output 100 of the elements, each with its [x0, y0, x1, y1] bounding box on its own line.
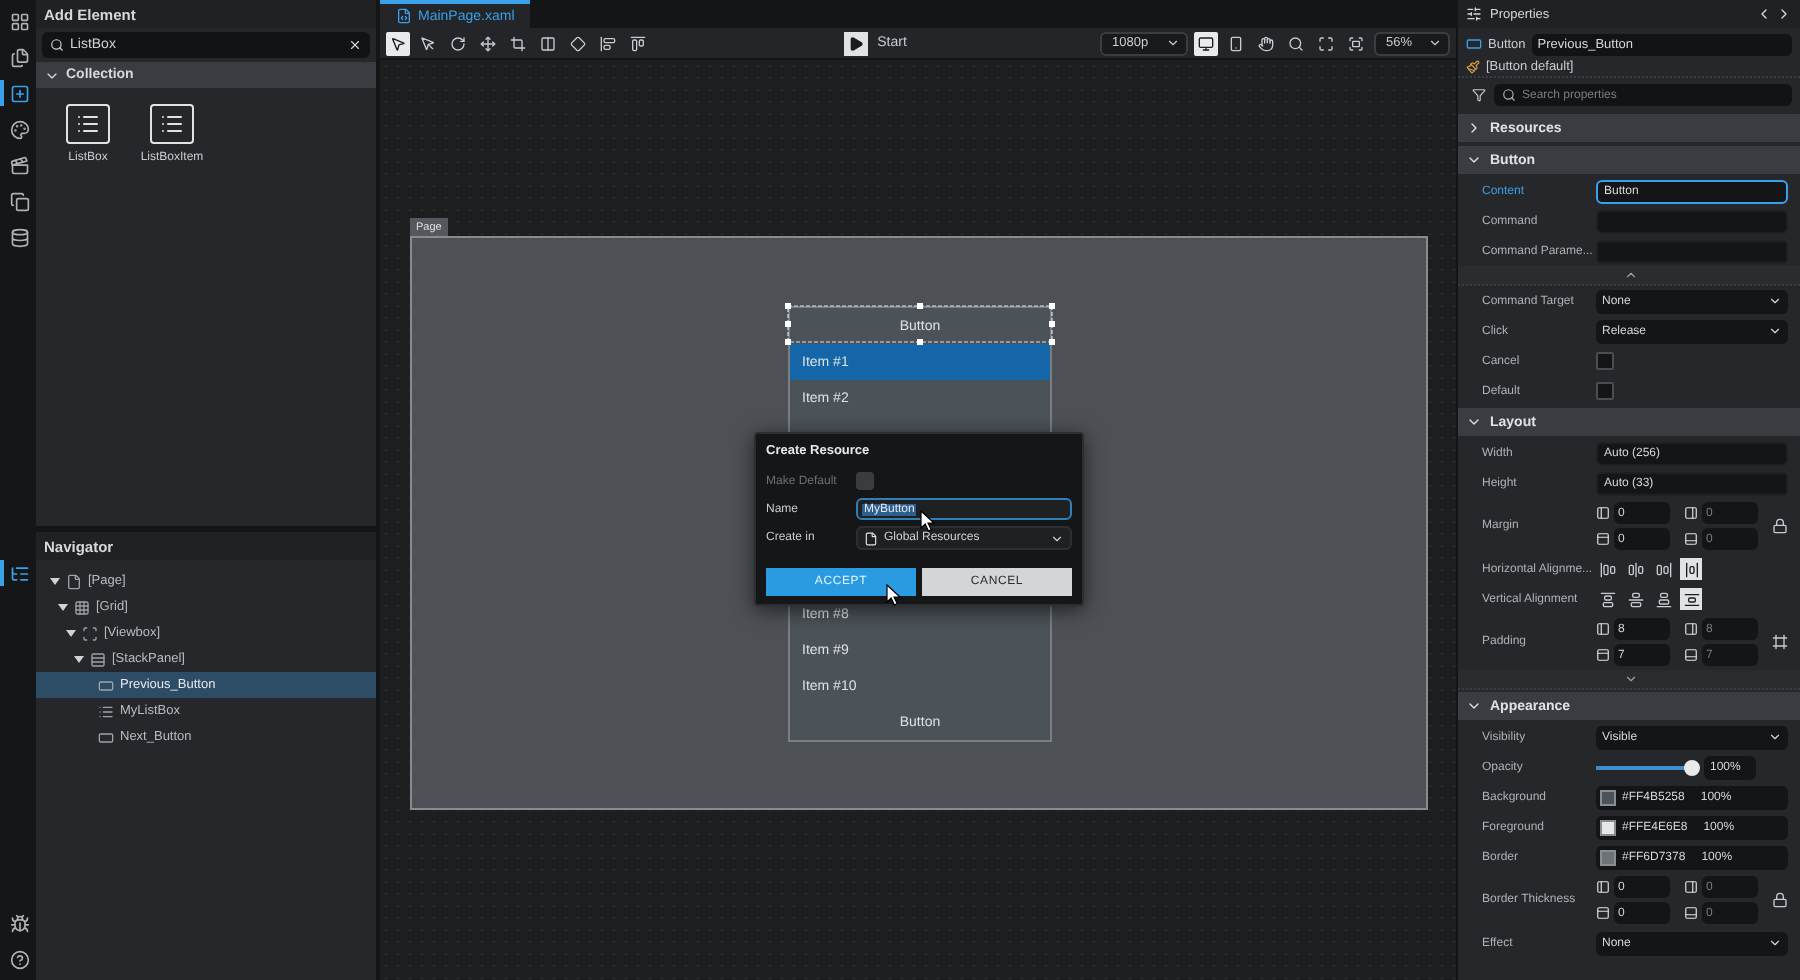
button-icon	[1466, 36, 1482, 52]
pointer-icon	[390, 35, 406, 51]
chevron-down-icon	[1466, 414, 1482, 430]
diamond-tool[interactable]	[566, 31, 590, 55]
add-icon	[10, 83, 30, 103]
top-side-icon	[1596, 532, 1610, 546]
chevron-right-icon	[1466, 120, 1482, 136]
move-tool[interactable]	[476, 31, 500, 55]
cursor-icon	[886, 584, 902, 606]
bottom-side-icon	[1684, 648, 1698, 662]
color-swatch[interactable]	[1600, 789, 1616, 805]
bottom-side-icon	[1684, 906, 1698, 920]
align-left-icon	[600, 35, 616, 51]
clear-icon	[348, 38, 362, 52]
alignment-button[interactable]	[1680, 588, 1702, 610]
pointer-icon	[420, 35, 436, 51]
columns-icon	[540, 35, 556, 51]
top-side-icon	[1596, 648, 1610, 662]
chevron-down-icon	[1624, 672, 1638, 686]
alignment-button[interactable]	[1652, 558, 1674, 580]
alignment-icon	[1599, 591, 1615, 607]
property-field[interactable]	[1596, 239, 1788, 263]
chevron-down-icon	[1768, 324, 1782, 338]
desktop-toggle[interactable]	[1194, 31, 1219, 55]
file-icon	[396, 8, 412, 24]
maximize-icon	[1318, 35, 1335, 51]
database-icon	[10, 227, 30, 247]
copy-icon	[10, 191, 30, 211]
top-side-icon	[1596, 906, 1610, 920]
desktop-icon	[1198, 35, 1215, 51]
chevron-up-icon	[1624, 268, 1638, 282]
slider-thumb[interactable]	[1684, 759, 1700, 775]
pointer-tool[interactable]	[416, 31, 440, 55]
expand-toggle[interactable]	[1458, 670, 1800, 690]
left-side-icon	[1596, 880, 1610, 894]
bug-icon	[10, 913, 30, 933]
hand-tool[interactable]	[1254, 31, 1279, 55]
fit-button[interactable]	[1314, 31, 1339, 55]
list-icon	[66, 104, 110, 144]
alignment-icon	[1655, 591, 1671, 607]
caret-icon[interactable]	[73, 654, 83, 664]
columns-tool[interactable]	[536, 31, 560, 55]
button-icon	[98, 677, 114, 693]
caret-icon[interactable]	[49, 576, 59, 586]
checkbox[interactable]	[1596, 382, 1614, 400]
cursor-icon	[920, 510, 936, 532]
selection-outline-drawing[interactable]	[784, 302, 1056, 350]
alignment-icon	[1683, 591, 1699, 607]
align-left-tool[interactable]	[596, 31, 620, 55]
caret-icon[interactable]	[65, 628, 75, 638]
rotate-icon	[450, 35, 466, 51]
color-swatch[interactable]	[1600, 819, 1616, 835]
alignment-button[interactable]	[1680, 558, 1702, 580]
document-icon	[864, 531, 878, 545]
alignment-button[interactable]	[1652, 588, 1674, 610]
grid-icon	[10, 11, 30, 31]
sliders-icon	[1466, 6, 1482, 22]
align-top-icon	[630, 35, 646, 51]
diamond-icon	[570, 35, 586, 51]
phone-icon	[1228, 35, 1245, 51]
filter-icon	[1472, 88, 1486, 102]
button-icon	[98, 729, 114, 745]
search-icon	[1502, 88, 1516, 102]
brush-icon	[1466, 59, 1480, 73]
chevron-down-icon	[1768, 936, 1782, 950]
rotate-tool[interactable]	[446, 31, 470, 55]
chevron-down-icon	[1768, 730, 1782, 744]
alignment-button[interactable]	[1596, 558, 1618, 580]
back-icon	[1756, 6, 1772, 22]
left-side-icon	[1596, 506, 1610, 520]
fullscreen-icon	[1348, 35, 1365, 51]
chevron-down-icon	[1466, 698, 1482, 714]
hand-icon	[1258, 35, 1275, 51]
right-side-icon	[1684, 622, 1698, 636]
palette-icon	[10, 119, 30, 139]
chevron-down-icon	[1166, 36, 1181, 50]
checkbox[interactable]	[1596, 352, 1614, 370]
viewbox-icon	[82, 625, 98, 641]
alignment-button[interactable]	[1624, 588, 1646, 610]
pages-icon	[10, 47, 30, 67]
tree-icon	[10, 563, 30, 583]
alignment-icon	[1655, 561, 1671, 577]
fullscreen-button[interactable]	[1344, 31, 1369, 55]
pointer-tool[interactable]	[386, 31, 410, 55]
crop-tool[interactable]	[506, 31, 530, 55]
right-side-icon	[1684, 506, 1698, 520]
align-top-tool[interactable]	[626, 31, 650, 55]
chevron-down-icon	[1428, 36, 1443, 50]
chevron-down-icon	[1466, 152, 1482, 168]
caret-icon[interactable]	[57, 602, 67, 612]
bottom-side-icon	[1684, 532, 1698, 546]
alignment-button[interactable]	[1596, 588, 1618, 610]
alignment-icon	[1599, 561, 1615, 577]
forward-icon	[1776, 6, 1792, 22]
list-icon	[150, 104, 194, 144]
collapse-toggle[interactable]	[1458, 266, 1800, 286]
alignment-button[interactable]	[1624, 558, 1646, 580]
stack-panel-icon	[90, 651, 106, 667]
color-swatch[interactable]	[1600, 849, 1616, 865]
move-icon	[480, 35, 496, 51]
